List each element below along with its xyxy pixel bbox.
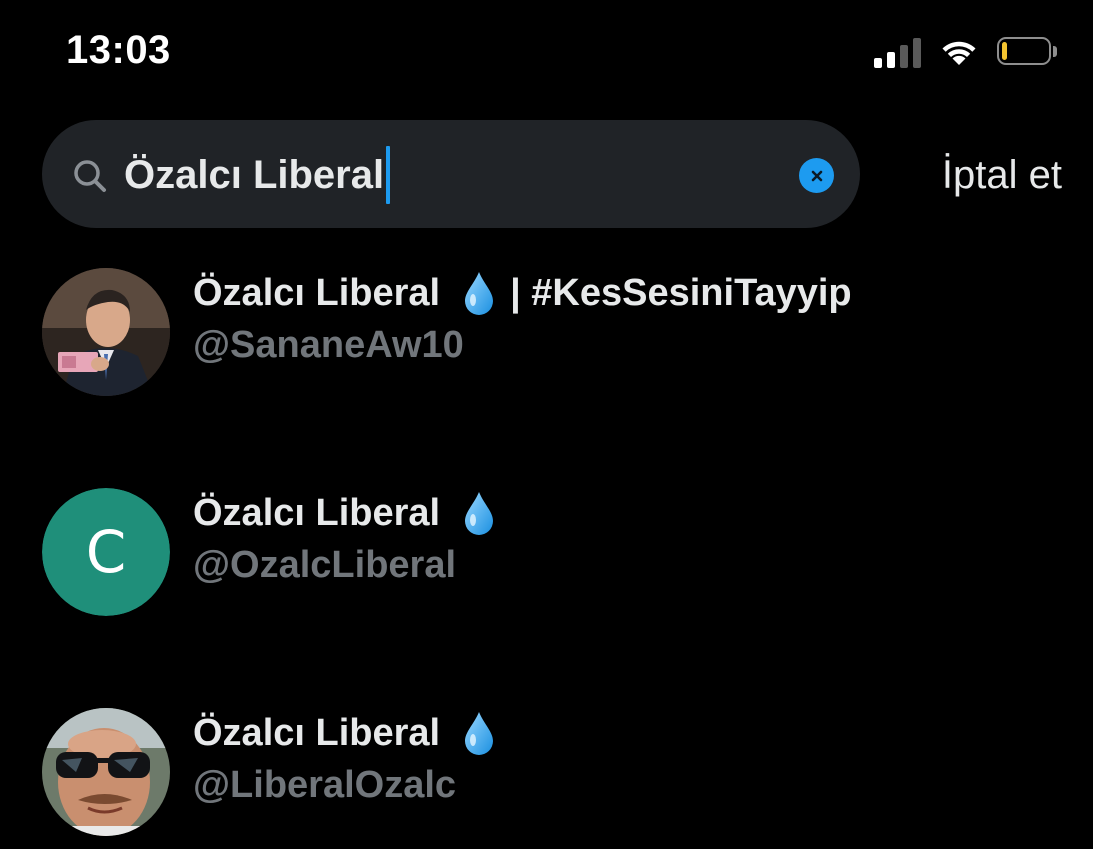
wifi-icon <box>942 41 976 65</box>
clear-search-button[interactable] <box>799 158 834 193</box>
battery-low-icon <box>997 37 1057 67</box>
result-handle: @LiberalOzalc <box>193 764 457 806</box>
search-row: Özalcı Liberal İptal et <box>42 120 1062 228</box>
search-icon <box>74 160 106 192</box>
water-drop-icon <box>465 492 494 535</box>
search-result-item[interactable]: Özalcı Liberal @LiberalOzalc <box>0 700 1093 840</box>
cancel-button[interactable]: İptal et <box>942 148 1062 202</box>
result-display-name: Özalcı Liberal <box>193 490 496 536</box>
avatar[interactable] <box>42 268 170 396</box>
search-result-item[interactable]: C Özalcı Liberal @OzalcLiberal <box>0 480 1093 620</box>
avatar-letter: C <box>42 488 170 616</box>
search-box[interactable]: Özalcı Liberal <box>42 120 860 228</box>
search-input[interactable]: Özalcı Liberal <box>124 146 391 204</box>
result-handle: @OzalcLiberal <box>193 544 457 586</box>
status-icons <box>874 32 1057 72</box>
text-caret <box>386 146 391 204</box>
avatar[interactable] <box>42 708 170 836</box>
search-query-text: Özalcı Liberal <box>124 152 385 197</box>
result-display-name: Özalcı Liberal | #KesSesiniTayyip <box>193 270 852 316</box>
cellular-signal-icon <box>874 36 921 68</box>
status-time: 13:03 <box>66 28 171 72</box>
result-name-suffix: | #KesSesiniTayyip <box>510 271 852 314</box>
result-display-name: Özalcı Liberal <box>193 710 496 756</box>
user-photo-avatar <box>42 708 170 836</box>
user-photo-avatar <box>42 268 170 396</box>
water-drop-icon <box>465 712 494 755</box>
water-drop-icon <box>465 272 494 315</box>
avatar[interactable]: C <box>42 488 170 616</box>
status-bar: 13:03 <box>0 0 1093 100</box>
search-result-item[interactable]: Özalcı Liberal | #KesSesiniTayyip @Sanan… <box>0 260 1093 400</box>
clear-x-icon <box>811 170 822 181</box>
result-handle: @SananeAw10 <box>193 324 464 366</box>
